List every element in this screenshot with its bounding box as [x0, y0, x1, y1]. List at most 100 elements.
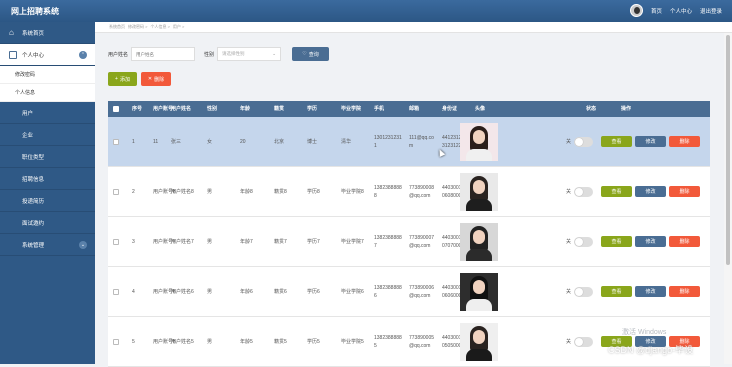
edit-button[interactable]: 修改 — [635, 286, 666, 297]
row-select-cell — [113, 267, 119, 316]
column-header[interactable]: 用户账号 — [153, 101, 173, 117]
edit-button[interactable]: 修改 — [635, 186, 666, 197]
user-avatar[interactable] — [629, 4, 643, 17]
status-cell: 关 — [566, 217, 594, 266]
row-checkbox[interactable] — [113, 138, 119, 145]
close-icon: ✕ — [147, 76, 153, 82]
row-checkbox[interactable] — [113, 188, 119, 195]
gender-select[interactable]: 请选择性别 ⌄ — [217, 47, 282, 61]
sidebar-item[interactable]: 用户 — [0, 102, 95, 124]
table-row[interactable]: 4 用户账号6 用户姓名6 男年龄6 籍贯6 学历6 毕业学院6 13823888886 773… — [108, 267, 710, 317]
column-header[interactable]: 用户姓名 — [171, 101, 191, 117]
delete-button[interactable]: 删除 — [669, 286, 700, 297]
column-header[interactable]: 操作 — [621, 101, 631, 117]
view-button[interactable]: 查看 — [601, 186, 632, 197]
gender-select-placeholder: 请选择性别 — [222, 51, 245, 56]
sidebar-item-label: 面试邀约 — [22, 220, 45, 227]
sidebar-item-label: 系统首页 — [22, 30, 45, 37]
sidebar-subitem[interactable]: 个人信息 — [0, 84, 95, 102]
name-search-input[interactable] — [131, 47, 196, 61]
status-toggle[interactable] — [574, 186, 594, 197]
cell-name: 用户姓名6 — [171, 288, 194, 295]
column-header[interactable]: 序号 — [132, 101, 142, 117]
delete-button[interactable]: 删除 — [669, 186, 700, 197]
sidebar-item-label: 个人中心 — [22, 52, 45, 59]
row-checkbox[interactable] — [113, 238, 119, 245]
column-header[interactable]: 邮箱 — [409, 101, 419, 117]
view-button[interactable]: 查看 — [601, 136, 632, 147]
column-header[interactable]: 年龄 — [240, 101, 250, 117]
status-toggle[interactable] — [574, 236, 594, 247]
cell-no: 3 — [132, 238, 135, 245]
breadcrumb-item[interactable]: 系统首页 — [109, 24, 125, 30]
edit-button[interactable]: 修改 — [635, 136, 666, 147]
user-table: 序号 用户账号 用户姓名 性别 年龄 籍贯 学历 毕业学院 手机 邮箱 身份证 头像 状态 操作 1 11 张… — [108, 101, 710, 367]
view-button[interactable]: 查看 — [601, 236, 632, 247]
status-toggle[interactable] — [574, 336, 594, 347]
batch-delete-button[interactable]: ✕ 删除 — [141, 72, 171, 86]
cell-gender: 男 — [207, 288, 213, 295]
breadcrumb-item[interactable]: 个人信息 > — [150, 24, 169, 30]
cell-school: 毕业学院5 — [341, 338, 364, 345]
delete-button-label: 删除 — [154, 76, 165, 83]
status-cell: 关 — [566, 167, 594, 216]
sidebar-item[interactable]: 系统管理 ⌄ — [0, 234, 95, 256]
edit-button[interactable]: 修改 — [635, 236, 666, 247]
cell-gender: 男 — [207, 338, 213, 345]
delete-button[interactable]: 删除 — [669, 136, 700, 147]
cell-name: 用户姓名5 — [171, 338, 194, 345]
column-header[interactable]: 籍贯 — [274, 101, 284, 117]
column-header[interactable]: 头像 — [475, 101, 485, 117]
sidebar-item[interactable]: 面试邀约 — [0, 212, 95, 234]
cell-origin: 北京 — [274, 138, 285, 145]
sidebar-item[interactable]: 投递简历 — [0, 190, 95, 212]
column-header[interactable]: 毕业学院 — [341, 101, 361, 117]
select-all-checkbox[interactable] — [113, 106, 119, 112]
table-body: 1 11 张三女 20 北京 博士 清华 13012312311 111@qq.com 44123… — [108, 117, 710, 367]
sidebar-item[interactable]: 个人中心 ⌃ — [0, 44, 95, 66]
search-button[interactable]: ♡ 查询 — [292, 47, 330, 61]
cell-phone: 13012312311 — [374, 134, 402, 149]
delete-button[interactable]: 删除 — [669, 236, 700, 247]
cell-edu: 学历7 — [307, 238, 320, 245]
column-header[interactable]: 性别 — [207, 101, 217, 117]
table-row[interactable]: 1 11 张三女 20 北京 博士 清华 13012312311 111@qq.com 44123… — [108, 117, 710, 167]
sidebar-item[interactable]: ⌂ 系统首页 — [0, 22, 95, 44]
app-title: 网上招聘系统 — [11, 7, 59, 16]
table-row[interactable]: 2 用户账号8 用户姓名8 男年龄8 籍贯8 学历8 毕业学院8 13823888888 773… — [108, 167, 710, 217]
row-checkbox[interactable] — [113, 338, 119, 345]
sidebar-subitem[interactable]: 修改密码 — [0, 66, 95, 84]
sidebar-item-label: 企业 — [22, 132, 34, 139]
column-header[interactable]: 手机 — [374, 101, 384, 117]
column-header[interactable]: 状态 — [586, 101, 596, 117]
status-toggle[interactable] — [574, 136, 594, 147]
sidebar-item[interactable]: 企业 — [0, 124, 95, 146]
status-label: 关 — [566, 288, 572, 295]
cell-age: 年龄6 — [240, 288, 253, 295]
windows-watermark: 激活 Windows — [622, 329, 667, 336]
column-header[interactable]: 身份证 — [442, 101, 457, 117]
breadcrumb-item[interactable]: 修改密码 > — [128, 24, 147, 30]
nav-home-link[interactable]: 首页 — [651, 7, 662, 15]
column-header[interactable]: 学历 — [307, 101, 317, 117]
breadcrumb-item[interactable]: 用户 > — [173, 24, 184, 30]
add-button[interactable]: + 添加 — [108, 72, 137, 86]
grid-icon — [9, 219, 17, 227]
sidebar-item-label: 投递简历 — [22, 198, 45, 205]
status-toggle[interactable] — [574, 286, 594, 297]
scrollbar[interactable] — [724, 33, 732, 364]
scrollbar-thumb[interactable] — [726, 35, 730, 265]
row-checkbox[interactable] — [113, 288, 119, 295]
sidebar-item[interactable]: 职位类型 — [0, 146, 95, 168]
table-row[interactable]: 3 用户账号7 用户姓名7 男年龄7 籍贯7 学历7 毕业学院7 13823888887 773… — [108, 217, 710, 267]
nav-profile-link[interactable]: 个人中心 — [670, 7, 692, 15]
sidebar-item[interactable]: 招聘信息 — [0, 168, 95, 190]
nav-logout-link[interactable]: 退出登录 — [700, 7, 722, 15]
table-row[interactable]: 5 用户账号5 用户姓名5 男年龄5 籍贯5 学历5 毕业学院5 13823888885 773… — [108, 317, 710, 367]
cell-age: 年龄8 — [240, 188, 253, 195]
row-select-cell — [113, 317, 119, 366]
view-button[interactable]: 查看 — [601, 286, 632, 297]
cell-edu: 学历6 — [307, 288, 320, 295]
cell-school: 毕业学院8 — [341, 188, 364, 195]
grid-icon — [9, 153, 17, 161]
